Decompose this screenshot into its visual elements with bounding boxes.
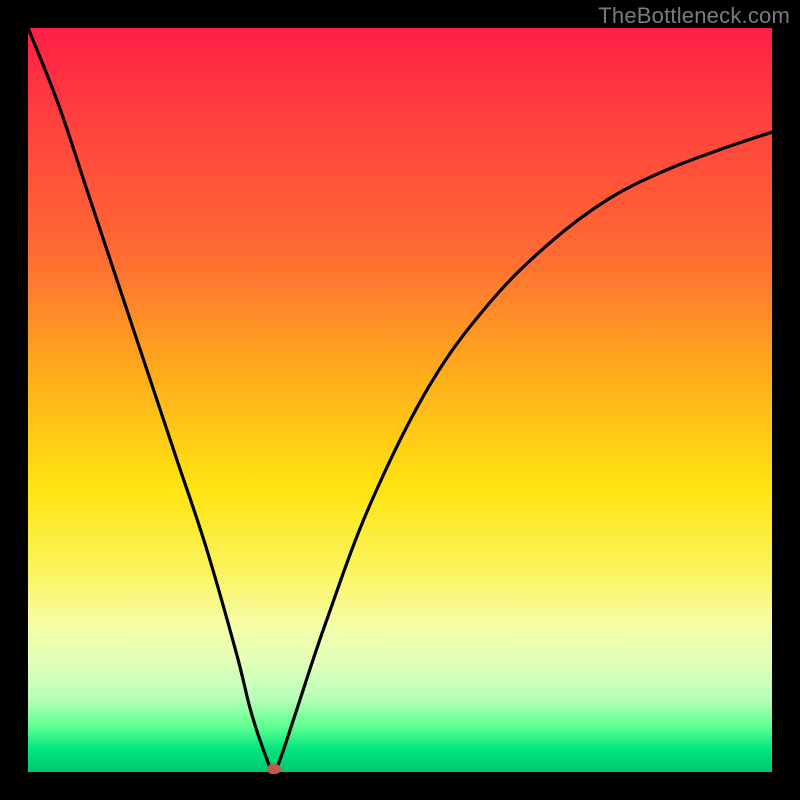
curve-path <box>28 28 772 772</box>
watermark-text: TheBottleneck.com <box>598 3 790 29</box>
bottleneck-curve <box>28 28 772 772</box>
minimum-marker <box>267 764 281 774</box>
chart-frame: TheBottleneck.com <box>0 0 800 800</box>
